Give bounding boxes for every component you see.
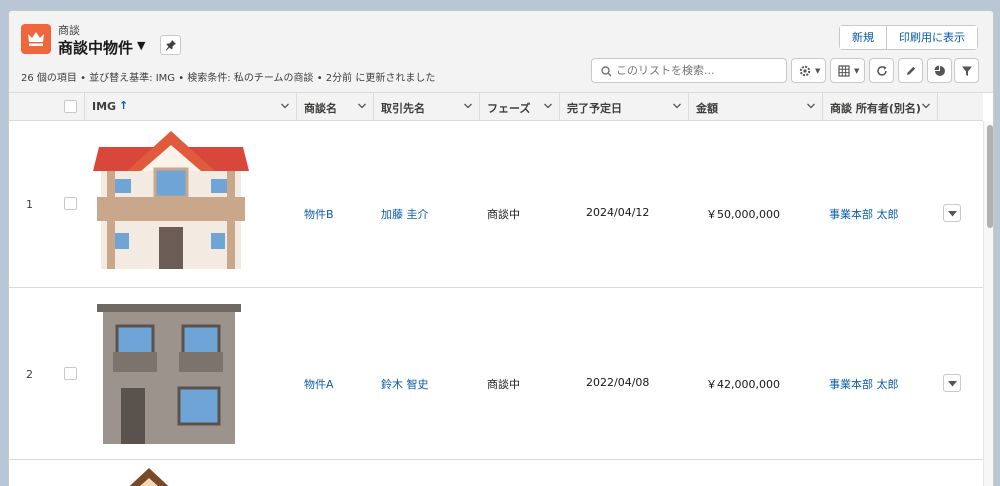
column-label: 完了予定日 <box>567 102 622 115</box>
crown-icon <box>21 24 51 54</box>
refresh-button[interactable] <box>869 58 894 83</box>
phase-cell: 商談中 <box>487 208 520 221</box>
pin-icon <box>166 40 176 51</box>
chevron-down-icon[interactable] <box>463 101 473 111</box>
column-phase[interactable]: フェーズ <box>480 93 560 121</box>
column-label: 取引先名 <box>381 102 425 115</box>
chevron-down-icon[interactable] <box>543 101 553 111</box>
table-row: 1 物件B 加藤 圭介 商談中 2024/04/12 ￥50,000,000 事… <box>9 121 983 288</box>
close-date-cell: 2022/04/08 <box>586 376 650 389</box>
opportunity-name-link[interactable]: 物件B <box>304 206 334 222</box>
search-input[interactable] <box>616 62 780 79</box>
table-row: 2 物件A 鈴木 智史 商談中 2022/04/08 ￥42,000,000 事… <box>9 288 983 460</box>
house-image <box>93 131 249 269</box>
close-date-cell: 2024/04/12 <box>586 206 650 219</box>
owner-link[interactable]: 事業本部 太郎 <box>829 376 899 392</box>
chevron-down-icon[interactable] <box>357 101 367 111</box>
chevron-down-icon[interactable] <box>280 101 290 111</box>
object-label: 商談 <box>58 24 80 37</box>
column-label: 商談 所有者(別名) <box>830 102 921 115</box>
filter-icon <box>962 66 972 76</box>
list-search <box>591 58 787 83</box>
column-label: フェーズ <box>487 102 531 115</box>
search-icon <box>601 66 612 77</box>
chevron-down-icon[interactable] <box>806 101 816 111</box>
row-checkbox[interactable] <box>64 367 77 380</box>
chevron-down-icon[interactable] <box>921 101 931 111</box>
list-view-header: 商談 商談中物件 ▼ 26 個の項目 • 並び替え基準: IMG • 検索条件:… <box>9 11 993 93</box>
list-view-meta: 26 個の項目 • 並び替え基準: IMG • 検索条件: 私のチームの商談 •… <box>21 73 436 84</box>
chevron-down-icon <box>948 381 957 387</box>
column-account[interactable]: 取引先名 <box>374 93 480 121</box>
account-name-link[interactable]: 加藤 圭介 <box>381 206 429 222</box>
opportunity-name-link[interactable]: 物件A <box>304 376 334 392</box>
column-header-row: IMG ↑ 商談名 取引先名 フェーズ 完了予定日 金額 商談 所有者(別名) <box>9 93 983 121</box>
pencil-icon <box>907 66 916 75</box>
print-view-button[interactable]: 印刷用に表示 <box>886 26 977 49</box>
chevron-down-icon[interactable]: ▼ <box>137 40 149 51</box>
sort-ascending-icon: ↑ <box>119 99 129 112</box>
house-image <box>97 304 241 444</box>
display-as-button[interactable]: ▼ <box>830 58 865 83</box>
header-actions: 新規 印刷用に表示 <box>839 25 978 50</box>
chevron-down-icon[interactable] <box>672 101 682 111</box>
list-view-title[interactable]: 商談中物件 <box>58 37 133 58</box>
select-all-cell <box>9 93 85 121</box>
row-number: 2 <box>26 368 33 381</box>
chart-button[interactable] <box>927 58 952 83</box>
owner-link[interactable]: 事業本部 太郎 <box>829 206 899 222</box>
scrollbar-thumb[interactable] <box>987 125 993 228</box>
pin-button[interactable] <box>160 35 181 55</box>
house-image <box>129 468 169 486</box>
pie-chart-icon <box>934 65 945 76</box>
new-button[interactable]: 新規 <box>840 26 886 49</box>
column-img[interactable]: IMG ↑ <box>85 93 297 121</box>
refresh-icon <box>877 66 887 76</box>
column-amount[interactable]: 金額 <box>689 93 823 121</box>
gear-icon <box>799 65 811 77</box>
table-scrollbar[interactable] <box>983 121 993 486</box>
column-label: 金額 <box>696 102 718 115</box>
table-icon <box>838 65 850 77</box>
chevron-down-icon <box>948 211 957 217</box>
column-name[interactable]: 商談名 <box>297 93 374 121</box>
row-actions-button[interactable] <box>943 374 961 392</box>
chevron-down-icon: ▼ <box>854 67 860 75</box>
column-label: 商談名 <box>304 102 337 115</box>
table-row <box>9 460 983 486</box>
inline-edit-button[interactable] <box>898 58 923 83</box>
filter-button[interactable] <box>954 58 979 83</box>
select-all-checkbox[interactable] <box>64 100 77 113</box>
row-actions-button[interactable] <box>943 204 961 222</box>
list-view-card: 商談 商談中物件 ▼ 26 個の項目 • 並び替え基準: IMG • 検索条件:… <box>8 10 994 486</box>
phase-cell: 商談中 <box>487 378 520 391</box>
column-label: IMG <box>92 100 117 113</box>
column-close-date[interactable]: 完了予定日 <box>560 93 689 121</box>
amount-cell: ￥42,000,000 <box>706 378 780 391</box>
amount-cell: ￥50,000,000 <box>706 208 780 221</box>
column-owner[interactable]: 商談 所有者(別名) <box>823 93 938 121</box>
list-settings-button[interactable]: ▼ <box>791 58 826 83</box>
account-name-link[interactable]: 鈴木 智史 <box>381 376 429 392</box>
row-number: 1 <box>26 198 33 211</box>
row-checkbox[interactable] <box>64 197 77 210</box>
chevron-down-icon: ▼ <box>815 67 821 75</box>
